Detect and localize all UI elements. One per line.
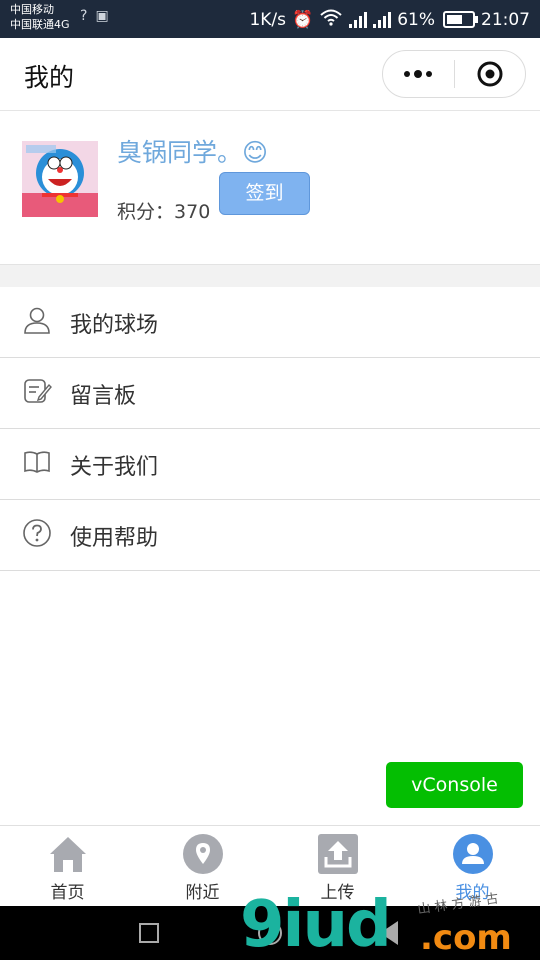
watermark-logo: 9iud <box>240 888 392 962</box>
signin-button[interactable]: 签到 <box>219 172 310 215</box>
points-label: 积分： <box>117 201 175 223</box>
signal-icon-1 <box>349 11 368 28</box>
status-right: 1K/s ⏰ 61% 21:07 <box>249 8 530 31</box>
menu-item-about-us[interactable]: 关于我们 <box>0 429 540 500</box>
question-circle-icon <box>23 519 51 547</box>
wifi-icon <box>319 8 343 31</box>
status-bar: 中国移动 中国联通4G ? ▣ 1K/s ⏰ 61% 21:07 <box>0 0 540 38</box>
target-circle-icon <box>477 61 503 87</box>
book-icon <box>24 451 50 473</box>
notification-icons: ? ▣ <box>80 8 109 24</box>
network-speed: 1K/s <box>249 9 287 30</box>
tab-home[interactable]: 首页 <box>0 826 135 907</box>
carrier-2: 中国联通4G <box>10 18 70 31</box>
avatar[interactable] <box>22 141 98 217</box>
miniprogram-capsule <box>382 50 526 98</box>
tab-label: 首页 <box>50 883 85 903</box>
note-edit-icon <box>24 379 52 403</box>
username: 臭锅同学。😊 <box>117 138 269 167</box>
image-icon: ▣ <box>95 8 109 24</box>
user-icon <box>452 834 493 874</box>
upload-icon <box>317 834 358 874</box>
signal-icon-2 <box>373 11 392 28</box>
home-icon <box>49 837 86 872</box>
menu-item-message-board[interactable]: 留言板 <box>0 358 540 429</box>
profile-card: 臭锅同学。😊 积分：370 签到 <box>0 111 540 265</box>
menu-list: 我的球场 留言板 关于我们 使用帮助 <box>0 287 540 571</box>
points-value: 370 <box>174 201 211 223</box>
carrier-info: 中国移动 中国联通4G <box>10 2 70 32</box>
menu-item-label: 使用帮助 <box>70 526 159 551</box>
page-title: 我的 <box>24 63 75 92</box>
battery-percent: 61% <box>397 9 435 30</box>
points: 积分：370 <box>117 197 210 224</box>
menu-item-my-courts[interactable]: 我的球场 <box>0 287 540 358</box>
section-gap <box>0 265 540 287</box>
close-miniprogram-button[interactable] <box>455 51 526 97</box>
question-signal-icon: ? <box>80 8 88 24</box>
menu-item-label: 关于我们 <box>70 455 159 480</box>
nav-bar: 我的 <box>0 38 540 111</box>
watermark-domain: .com <box>420 918 512 958</box>
battery-fill <box>447 15 462 24</box>
menu-item-label: 留言板 <box>70 384 137 409</box>
more-dots-icon <box>404 70 433 78</box>
clock: 21:07 <box>481 9 530 30</box>
alarm-icon: ⏰ <box>292 9 314 30</box>
more-button[interactable] <box>383 51 454 97</box>
menu-item-label: 我的球场 <box>70 313 159 338</box>
recent-apps-icon[interactable] <box>139 923 159 943</box>
person-icon <box>24 307 50 334</box>
vconsole-button[interactable]: vConsole <box>386 762 523 808</box>
battery-icon <box>443 11 478 28</box>
location-icon <box>182 834 223 874</box>
carrier-1: 中国移动 <box>10 3 54 16</box>
menu-item-help[interactable]: 使用帮助 <box>0 500 540 571</box>
